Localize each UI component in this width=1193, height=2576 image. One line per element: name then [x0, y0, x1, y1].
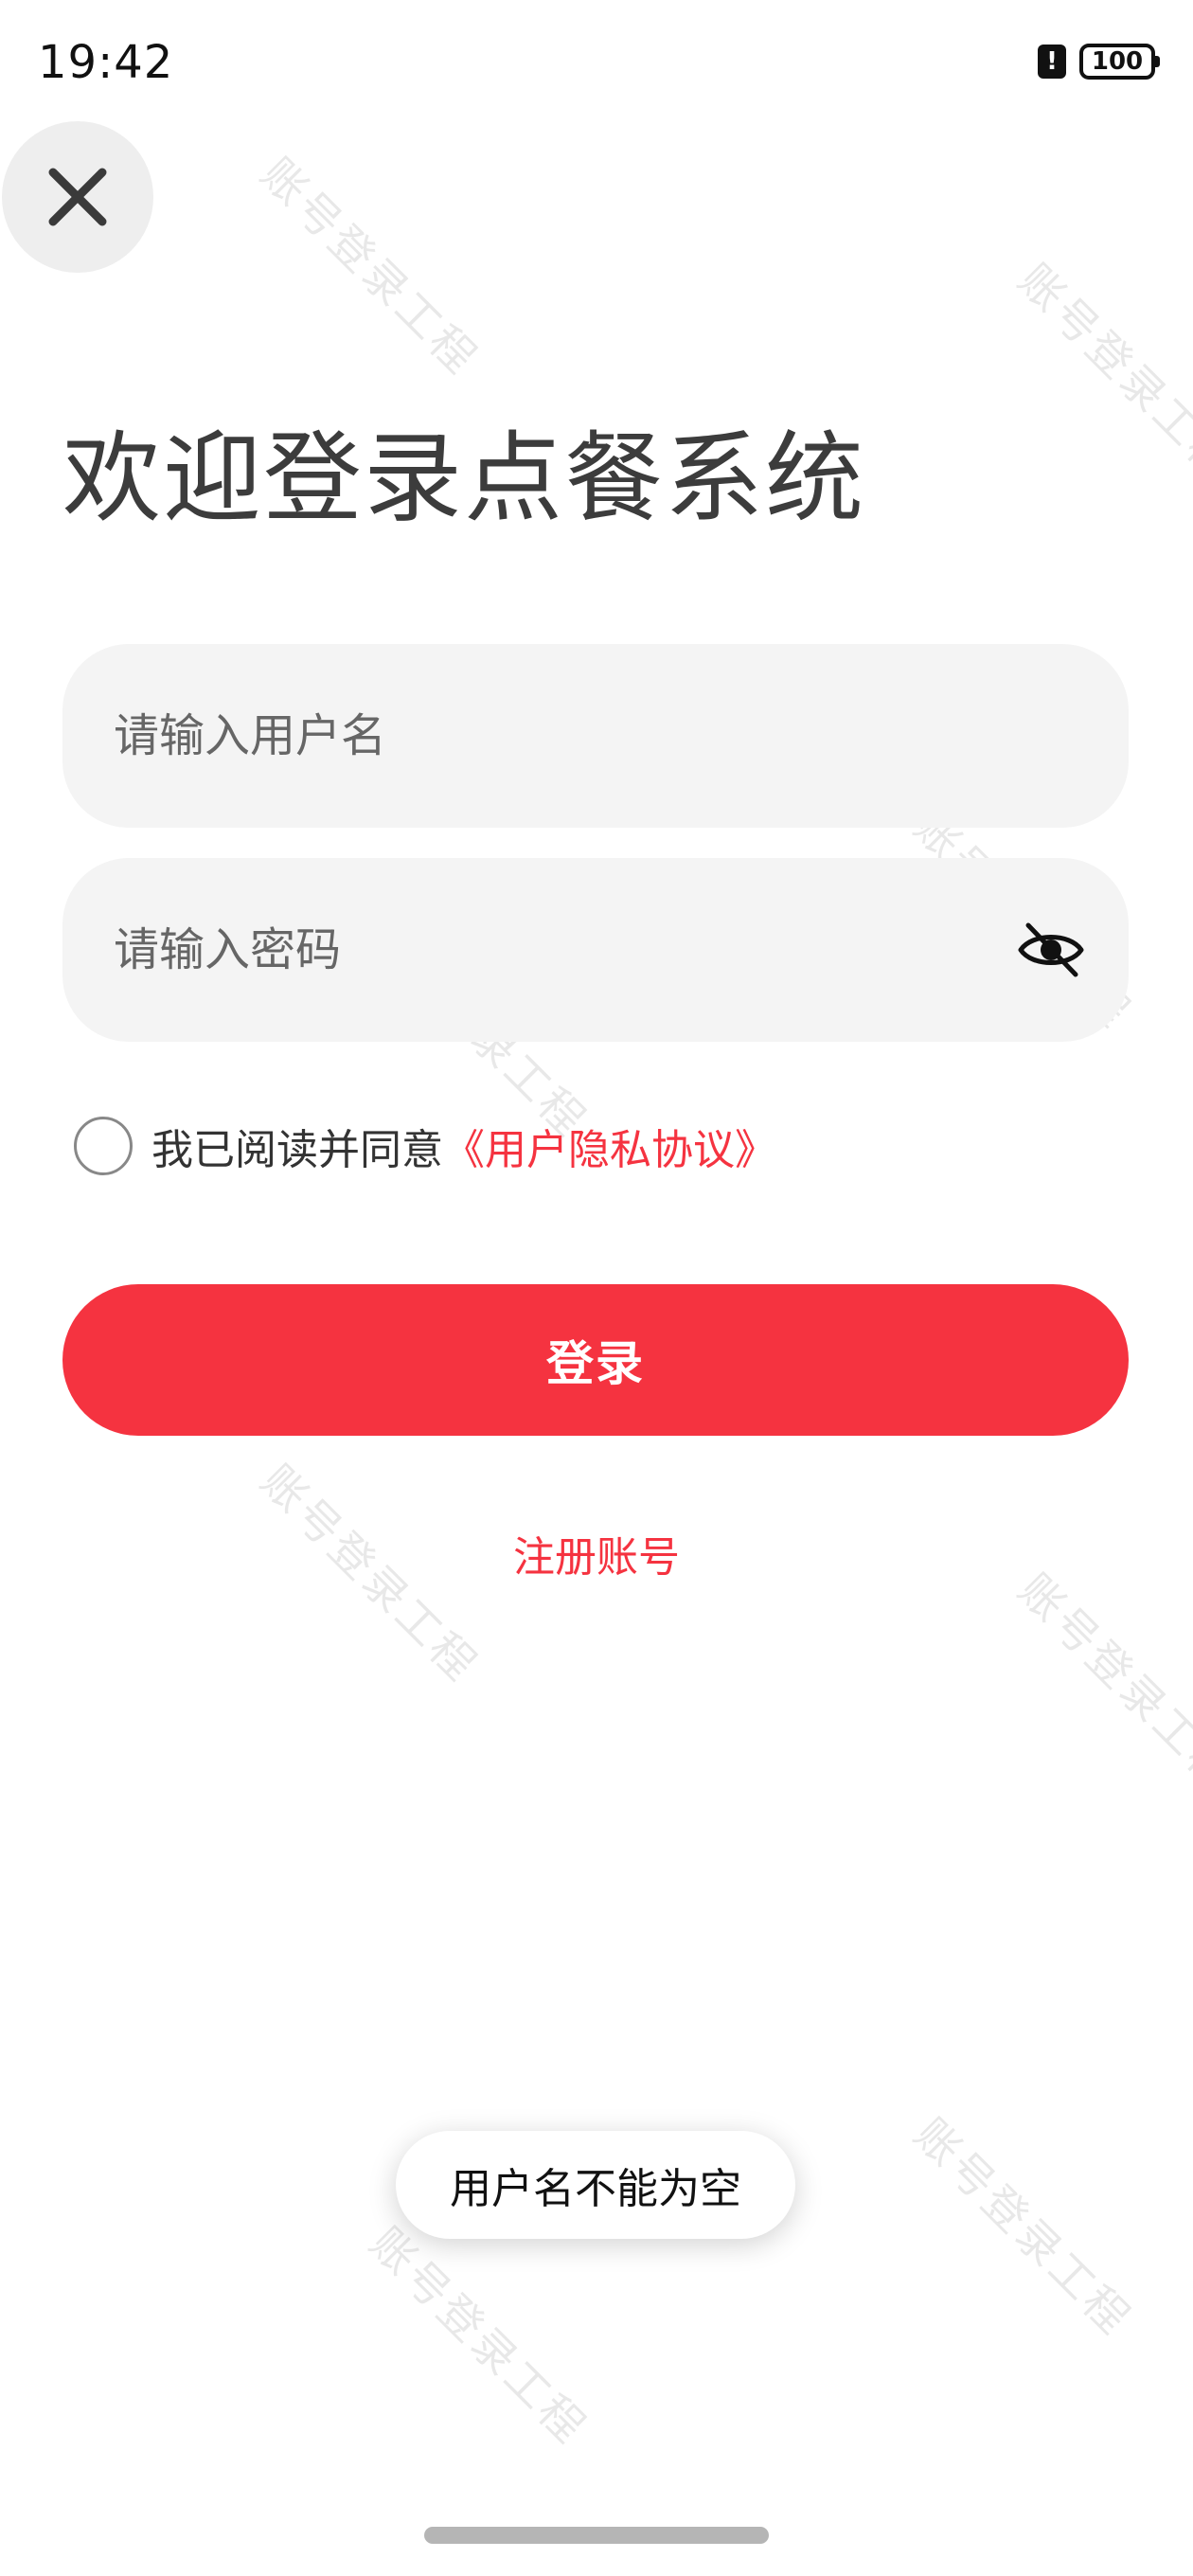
register-link[interactable]: 注册账号 [0, 1523, 1193, 1583]
status-time: 19:42 [38, 36, 174, 89]
battery-level: 100 [1091, 47, 1144, 76]
watermark: 账号登录工程 [1008, 254, 1193, 492]
toast-message: 用户名不能为空 [396, 2131, 795, 2239]
agree-text: 我已阅读并同意 [151, 1126, 443, 1174]
agree-checkbox[interactable] [74, 1117, 133, 1175]
alert-icon: ! [1038, 45, 1066, 79]
status-icons: ! 100 [1038, 44, 1160, 80]
watermark: 账号登录工程 [1008, 1564, 1193, 1801]
close-icon [48, 168, 107, 226]
home-indicator[interactable] [424, 2527, 769, 2544]
password-field[interactable] [62, 857, 1129, 1043]
login-button[interactable]: 登录 [62, 1284, 1129, 1436]
agreement-row: 我已阅读并同意 《用户隐私协议》 [74, 1116, 776, 1176]
watermark: 账号登录工程 [251, 148, 489, 385]
eye-off-icon [1018, 922, 1084, 977]
password-input[interactable] [112, 857, 1013, 1043]
watermark: 账号登录工程 [360, 2217, 597, 2455]
privacy-policy-link[interactable]: 《用户隐私协议》 [443, 1116, 776, 1176]
page-title: 欢迎登录点餐系统 [62, 420, 866, 536]
password-visibility-toggle[interactable] [1013, 912, 1089, 988]
battery-icon: 100 [1079, 44, 1160, 80]
username-input[interactable] [112, 643, 1079, 829]
watermark: 账号登录工程 [904, 2108, 1142, 2346]
username-field[interactable] [62, 643, 1129, 829]
close-button[interactable] [2, 121, 153, 273]
